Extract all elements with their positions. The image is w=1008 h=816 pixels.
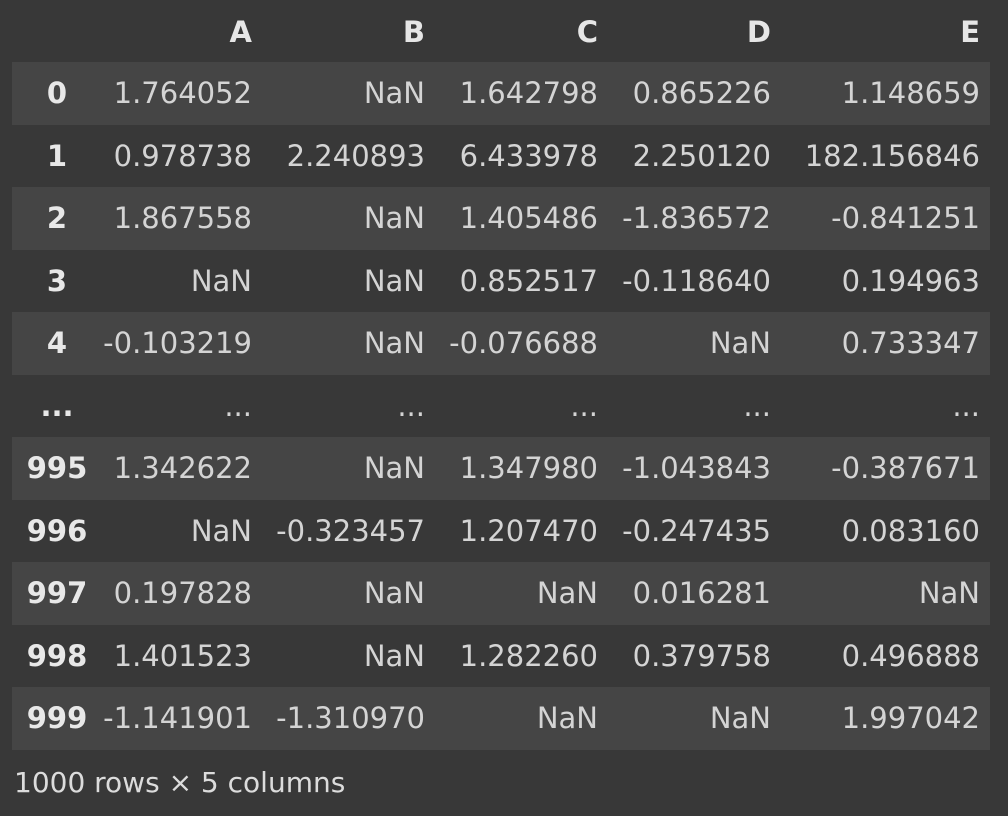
cell-b: 2.240893 — [286, 138, 425, 173]
cell-e: 0.083160 — [841, 513, 980, 548]
dataframe-table: A B C D E 0 1.764052 NaN 1.642798 0.8652… — [12, 2, 990, 750]
row-index: 4 — [46, 326, 68, 361]
cell-b: NaN — [363, 263, 425, 298]
row-index: 999 — [26, 701, 88, 736]
cell-a: 1.764052 — [113, 76, 252, 111]
table-row: 0 1.764052 NaN 1.642798 0.865226 1.14865… — [12, 62, 990, 125]
header-row: A B C D E — [12, 2, 990, 62]
cell-e: 0.733347 — [841, 326, 980, 361]
cell-c: 1.207470 — [459, 513, 598, 548]
cell-c: 1.642798 — [459, 76, 598, 111]
cell-c: 1.282260 — [459, 638, 598, 673]
table-row: 3 NaN NaN 0.852517 -0.118640 0.194963 — [12, 249, 990, 312]
cell-e: -0.841251 — [831, 201, 980, 236]
cell-b: NaN — [363, 576, 425, 611]
cell-c: NaN — [536, 576, 598, 611]
cell-b: NaN — [363, 326, 425, 361]
table-row: 997 0.197828 NaN NaN 0.016281 NaN — [12, 562, 990, 625]
table-body: 0 1.764052 NaN 1.642798 0.865226 1.14865… — [12, 62, 990, 750]
cell-b: -0.323457 — [276, 513, 425, 548]
table-row: 998 1.401523 NaN 1.282260 0.379758 0.496… — [12, 624, 990, 687]
column-header-b: B — [262, 2, 435, 62]
cell-c: NaN — [536, 701, 598, 736]
row-index: 3 — [46, 263, 68, 298]
cell-a: -0.103219 — [103, 326, 252, 361]
cell-d: 2.250120 — [632, 138, 771, 173]
dataframe-output: A B C D E 0 1.764052 NaN 1.642798 0.8652… — [0, 0, 1008, 816]
cell-c: 1.347980 — [459, 451, 598, 486]
cell-a: -1.141901 — [103, 701, 252, 736]
cell-b: NaN — [363, 451, 425, 486]
cell-e: -0.387671 — [831, 451, 980, 486]
cell-b: NaN — [363, 76, 425, 111]
cell-ellipsis: ... — [397, 388, 425, 423]
column-header-d: D — [608, 2, 781, 62]
cell-e: NaN — [918, 576, 980, 611]
column-header-a: A — [102, 2, 262, 62]
table-row: 1 0.978738 2.240893 6.433978 2.250120 18… — [12, 124, 990, 187]
column-header-c: C — [435, 2, 608, 62]
table-row: 2 1.867558 NaN 1.405486 -1.836572 -0.841… — [12, 187, 990, 250]
cell-ellipsis: ... — [743, 388, 771, 423]
table-row: 999 -1.141901 -1.310970 NaN NaN 1.997042 — [12, 687, 990, 750]
cell-a: 0.978738 — [113, 138, 252, 173]
cell-e: 1.997042 — [841, 701, 980, 736]
cell-ellipsis: ... — [224, 388, 252, 423]
column-header-e: E — [781, 2, 990, 62]
cell-a: 1.401523 — [113, 638, 252, 673]
table-header: A B C D E — [12, 2, 990, 62]
cell-c: -0.076688 — [449, 326, 598, 361]
row-index: 997 — [26, 576, 88, 611]
cell-d: NaN — [709, 701, 771, 736]
row-index: 995 — [26, 451, 88, 486]
cell-c: 1.405486 — [459, 201, 598, 236]
cell-e: 0.496888 — [841, 638, 980, 673]
cell-d: -0.247435 — [622, 513, 771, 548]
cell-d: 0.865226 — [632, 76, 771, 111]
cell-c: 0.852517 — [459, 263, 598, 298]
cell-d: -1.043843 — [622, 451, 771, 486]
table-row: 995 1.342622 NaN 1.347980 -1.043843 -0.3… — [12, 437, 990, 500]
row-index: 998 — [26, 638, 88, 673]
table-row: 4 -0.103219 NaN -0.076688 NaN 0.733347 — [12, 312, 990, 375]
shape-summary: 1000 rows × 5 columns — [14, 766, 346, 799]
cell-a: 0.197828 — [113, 576, 252, 611]
cell-b: NaN — [363, 201, 425, 236]
cell-e: 0.194963 — [841, 263, 980, 298]
cell-ellipsis: ... — [570, 388, 598, 423]
cell-d: -1.836572 — [622, 201, 771, 236]
cell-ellipsis: ... — [952, 388, 980, 423]
cell-e: 182.156846 — [804, 138, 980, 173]
cell-d: -0.118640 — [622, 263, 771, 298]
cell-a: 1.867558 — [113, 201, 252, 236]
cell-e: 1.148659 — [841, 76, 980, 111]
cell-d: NaN — [709, 326, 771, 361]
cell-a: NaN — [190, 513, 252, 548]
cell-d: 0.016281 — [632, 576, 771, 611]
row-index: 996 — [26, 513, 88, 548]
row-index: 1 — [46, 138, 68, 173]
table-row: 996 NaN -0.323457 1.207470 -0.247435 0.0… — [12, 499, 990, 562]
cell-a: NaN — [190, 263, 252, 298]
row-index: 0 — [46, 76, 68, 111]
cell-d: 0.379758 — [632, 638, 771, 673]
ellipsis-row: ... ... ... ... ... ... — [12, 374, 990, 437]
row-index: 2 — [46, 201, 68, 236]
index-corner — [12, 2, 102, 62]
cell-a: 1.342622 — [113, 451, 252, 486]
row-index-ellipsis: ... — [40, 388, 74, 423]
cell-b: -1.310970 — [276, 701, 425, 736]
cell-b: NaN — [363, 638, 425, 673]
cell-c: 6.433978 — [459, 138, 598, 173]
